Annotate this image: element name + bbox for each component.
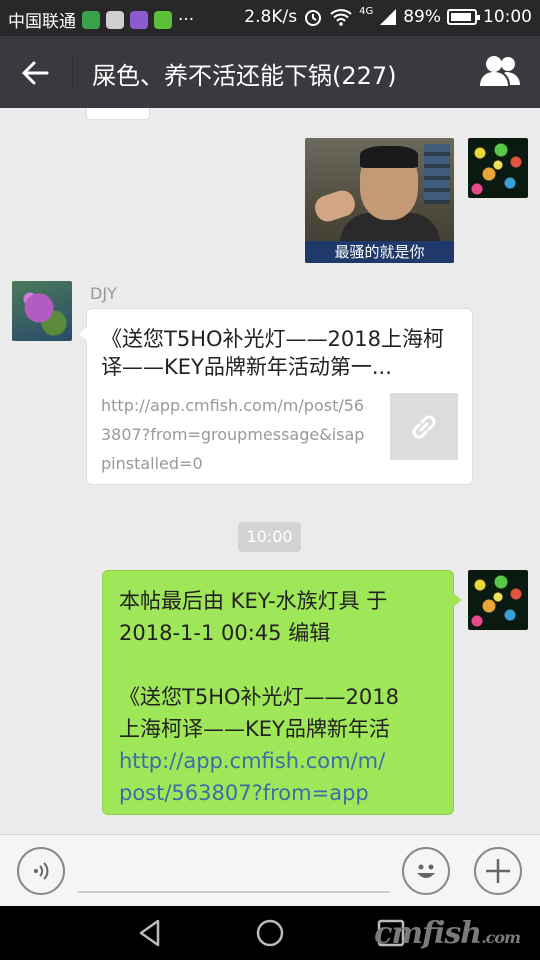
my-avatar[interactable] — [468, 570, 528, 630]
watermark: cmfish.com — [374, 916, 521, 951]
message-input[interactable] — [78, 891, 390, 893]
chat-title: 屎色、养不活还能下锅(227) — [92, 62, 397, 90]
status-bar: 中国联通 ··· 2.8K/s 4G 89% 10:00 — [0, 0, 540, 36]
watermark-suffix: .com — [481, 928, 521, 947]
chat-header: 屎色、养不活还能下锅(227) — [0, 36, 540, 108]
image-person-hair — [360, 146, 418, 168]
group-members-icon — [480, 56, 520, 86]
link-title: 《送您T5HO补光灯——2018上海柯译——KEY品牌新年活动第一... — [101, 327, 444, 379]
message-link[interactable]: post/563807?from=app — [119, 777, 437, 809]
image-message[interactable]: 最骚的就是你 — [305, 138, 454, 263]
back-arrow-icon — [22, 61, 49, 85]
network-speed: 2.8K/s — [244, 7, 298, 27]
link-card-message[interactable]: 《送您T5HO补光灯——2018上海柯译——KEY品牌新年活动第一... htt… — [79, 308, 473, 485]
alarm-icon — [305, 10, 322, 26]
network-type: 4G — [359, 5, 374, 17]
watermark-main: cmfish — [374, 916, 482, 951]
message-line: 上海柯译——KEY品牌新年活 — [119, 717, 390, 741]
nav-back-button[interactable] — [136, 918, 166, 948]
voice-button[interactable] — [17, 847, 65, 895]
nav-back-icon — [139, 919, 160, 947]
back-button[interactable] — [14, 52, 56, 94]
more-notifications-icon: ··· — [178, 9, 195, 30]
system-nav-bar: cmfish.com — [0, 906, 540, 960]
nav-home-icon — [256, 919, 284, 947]
text-message[interactable]: 本帖最后由 KEY-水族灯具 于 2018-1-1 00:45 编辑 《送您T5… — [102, 570, 462, 815]
sender-name: DJY — [90, 284, 117, 303]
message-line: 本帖最后由 KEY-水族灯具 于 — [119, 589, 388, 613]
battery-icon — [447, 9, 480, 25]
time-divider: 10:00 — [238, 522, 301, 552]
message-line: 《送您T5HO补光灯——2018 — [119, 685, 399, 709]
header-divider — [72, 56, 73, 88]
link-thumbnail — [390, 393, 458, 460]
link-url: http://app.cmfish.com/m/post/563807?from… — [101, 396, 365, 473]
signal-icon — [380, 9, 397, 25]
previous-message-bubble[interactable] — [86, 108, 150, 120]
input-bar — [0, 834, 540, 906]
battery-percent: 89% — [403, 7, 441, 27]
sender-avatar[interactable] — [12, 281, 72, 341]
emoji-icon — [417, 864, 435, 878]
chat-messages[interactable]: 最骚的就是你 DJY 《送您T5HO补光灯——2018上海柯译——KEY品牌新年… — [0, 108, 540, 834]
link-icon — [412, 415, 436, 438]
app-notification-icon — [106, 10, 124, 29]
nav-home-button[interactable] — [255, 918, 285, 948]
wifi-icon — [330, 9, 352, 26]
app-notification-icon — [154, 10, 172, 29]
image-caption: 最骚的就是你 — [305, 241, 454, 263]
group-members-button[interactable] — [478, 52, 522, 92]
app-notification-icon — [82, 10, 100, 29]
voice-icon — [34, 862, 49, 880]
message-line: 2018-1-1 00:45 编辑 — [119, 621, 331, 645]
carrier-label: 中国联通 — [8, 12, 76, 32]
plus-icon — [486, 859, 510, 883]
message-link[interactable]: http://app.cmfish.com/m/ — [119, 745, 437, 777]
app-notification-icon — [130, 10, 148, 29]
emoji-button[interactable] — [402, 847, 450, 895]
image-background-detail — [424, 144, 450, 204]
clock: 10:00 — [483, 7, 532, 27]
my-avatar[interactable] — [468, 138, 528, 198]
plus-button[interactable] — [474, 847, 522, 895]
